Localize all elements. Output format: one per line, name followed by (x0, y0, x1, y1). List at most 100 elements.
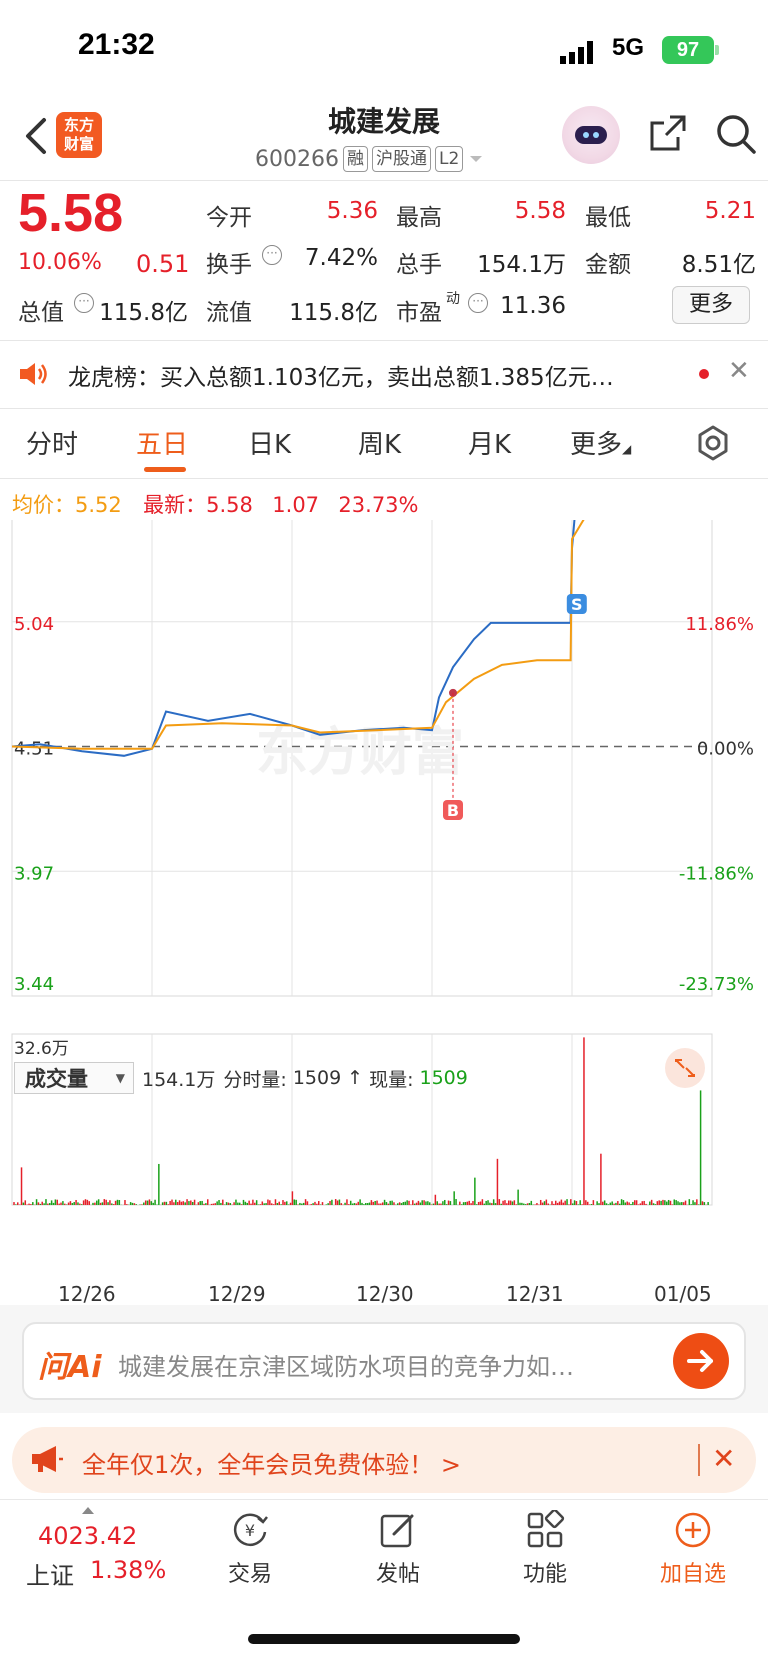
period-volume-value: 1509 (292, 1067, 342, 1089)
nav-trade-label: 交易 (227, 1562, 272, 1587)
label-volume: 总手 (396, 252, 442, 278)
volume-indicator-select[interactable]: 成交量 ▼ (14, 1062, 134, 1094)
caret-down-icon[interactable] (467, 153, 485, 165)
tab-more-caret-icon: ◢ (622, 442, 632, 456)
label-pe: 市盈 (396, 300, 442, 326)
nav-trade[interactable]: ¥ 交易 (200, 1510, 300, 1588)
value-float-cap: 115.8亿 (289, 300, 378, 326)
svg-text:¥: ¥ (245, 1521, 255, 1540)
label-float-cap: 流值 (206, 300, 252, 326)
arrow-right-icon (687, 1350, 713, 1372)
value-volume: 154.1万 (477, 252, 566, 278)
tab-five-day[interactable]: 五日 (136, 424, 188, 461)
label-high: 最高 (396, 205, 442, 231)
value-open: 5.36 (326, 198, 378, 224)
tab-more-label: 更多 (570, 430, 623, 460)
expand-chart-button (665, 1048, 705, 1088)
x-label-day-4: 12/31 (506, 1282, 564, 1306)
value-low: 5.21 (704, 198, 756, 224)
nav-add-watchlist[interactable]: 加自选 (643, 1510, 743, 1588)
tab-daily-k[interactable]: 日K (248, 424, 291, 461)
five-day-chart[interactable]: 东方财富5.5823.73%5.0411.86%4.510.00%3.97-11… (0, 520, 768, 1280)
quote-divider (0, 340, 768, 341)
x-label-day-1: 12/26 (58, 1282, 116, 1306)
grid-icon (527, 1510, 565, 1548)
price-line (11, 520, 576, 757)
chart-legend-row: 均价：5.52 最新：5.58 1.07 23.73% (12, 489, 419, 519)
dragon-tiger-notice[interactable]: 龙虎榜：买入总额1.103亿元，卖出总额1.385亿元… (68, 358, 614, 392)
change-percent: 10.06% (18, 250, 102, 275)
notice-close-icon[interactable]: ✕ (728, 356, 750, 386)
value-market-cap: 115.8亿 (99, 300, 188, 326)
promo-close-icon[interactable]: ✕ (712, 1442, 735, 1475)
active-tab-indicator (144, 467, 186, 472)
y-tick-left: 3.97 (14, 863, 54, 884)
up-arrow-icon: ↑ (347, 1067, 364, 1089)
nav-add-watchlist-label: 加自选 (659, 1562, 726, 1587)
nav-post[interactable]: 发帖 (348, 1510, 448, 1588)
nav-functions[interactable]: 功能 (495, 1510, 595, 1588)
ai-question-text[interactable]: 城建发展在京津区域防水项目的竞争力如… (118, 1347, 574, 1382)
battery-tip (715, 45, 719, 55)
sh-index-value[interactable]: 4023.42 (38, 1522, 137, 1550)
x-label-day-5: 01/05 (654, 1282, 712, 1306)
tab-intraday[interactable]: 分时 (26, 424, 78, 461)
unread-dot (699, 369, 709, 379)
volume-header: 成交量 ▼ 154.1万 分时量: 1509 ↑ 现量: 1509 (14, 1062, 468, 1094)
tab-monthly-k[interactable]: 月K (468, 424, 511, 461)
current-price: 5.58 (18, 183, 124, 243)
tag-connect: 沪股通 (371, 146, 431, 172)
home-indicator (248, 1634, 520, 1644)
notice-divider (0, 408, 768, 409)
ai-submit-button[interactable] (673, 1333, 729, 1389)
signal-icon (560, 41, 593, 64)
current-volume-value: 1509 (419, 1067, 468, 1089)
latest-label: 最新： (143, 493, 207, 517)
label-turnover: 换手 (206, 252, 252, 278)
label-low: 最低 (585, 205, 631, 231)
y-tick-left: 5.04 (14, 614, 54, 635)
settings-gear-icon[interactable] (694, 424, 732, 462)
y-tick-right: 0.00% (697, 739, 754, 760)
avg-label: 均价： (12, 493, 75, 517)
ai-logo: 问Ai (38, 1350, 102, 1385)
nav-functions-label: 功能 (522, 1562, 567, 1587)
volume-panel-border (11, 1033, 713, 1206)
header-divider (0, 180, 768, 181)
robot-face (575, 126, 607, 144)
tabs-divider (0, 478, 768, 479)
info-market-cap-icon[interactable]: ··· (74, 293, 94, 313)
tab-weekly-k[interactable]: 周K (358, 424, 401, 461)
latest-value: 5.58 (206, 493, 253, 517)
buy-marker-label: B (447, 801, 459, 820)
status-time: 21:32 (78, 28, 155, 61)
value-turnover: 7.42% (304, 245, 378, 271)
change-amount: 0.51 (136, 250, 190, 278)
speaker-icon (20, 363, 47, 385)
sh-index-name[interactable]: 上证 (26, 1556, 74, 1591)
more-quote-button[interactable]: 更多 (672, 286, 750, 324)
share-icon[interactable] (648, 113, 688, 153)
info-turnover-icon[interactable]: ··· (262, 245, 282, 265)
tag-margin: 融 (342, 146, 368, 172)
volume-select-label: 成交量 (25, 1067, 88, 1091)
y-tick-right: 11.86% (685, 614, 754, 635)
y-tick-left: 3.44 (14, 974, 54, 995)
x-label-day-2: 12/29 (208, 1282, 266, 1306)
promo-text[interactable]: 全年仅1次，全年会员免费体验！ > (82, 1445, 461, 1480)
pe-dynamic-sup: 动 (446, 291, 460, 307)
volume-total: 154.1万 (142, 1068, 216, 1091)
promo-separator (698, 1444, 700, 1476)
sh-index-pct[interactable]: 1.38% (90, 1556, 166, 1584)
search-icon[interactable] (714, 112, 758, 156)
info-pe-icon[interactable]: ··· (468, 293, 488, 313)
watermark: 东方财富 (256, 723, 464, 783)
yuan-icon: ¥ (233, 1513, 268, 1546)
stock-code-row: 600266 融 沪股通 L2 (255, 146, 485, 172)
plus-circle-icon (675, 1512, 711, 1548)
value-high: 5.58 (514, 198, 566, 224)
sell-marker-label: S (571, 595, 583, 614)
avg-price-line (11, 520, 585, 750)
edit-icon (380, 1514, 414, 1548)
tab-more[interactable]: 更多◢ (570, 424, 631, 461)
